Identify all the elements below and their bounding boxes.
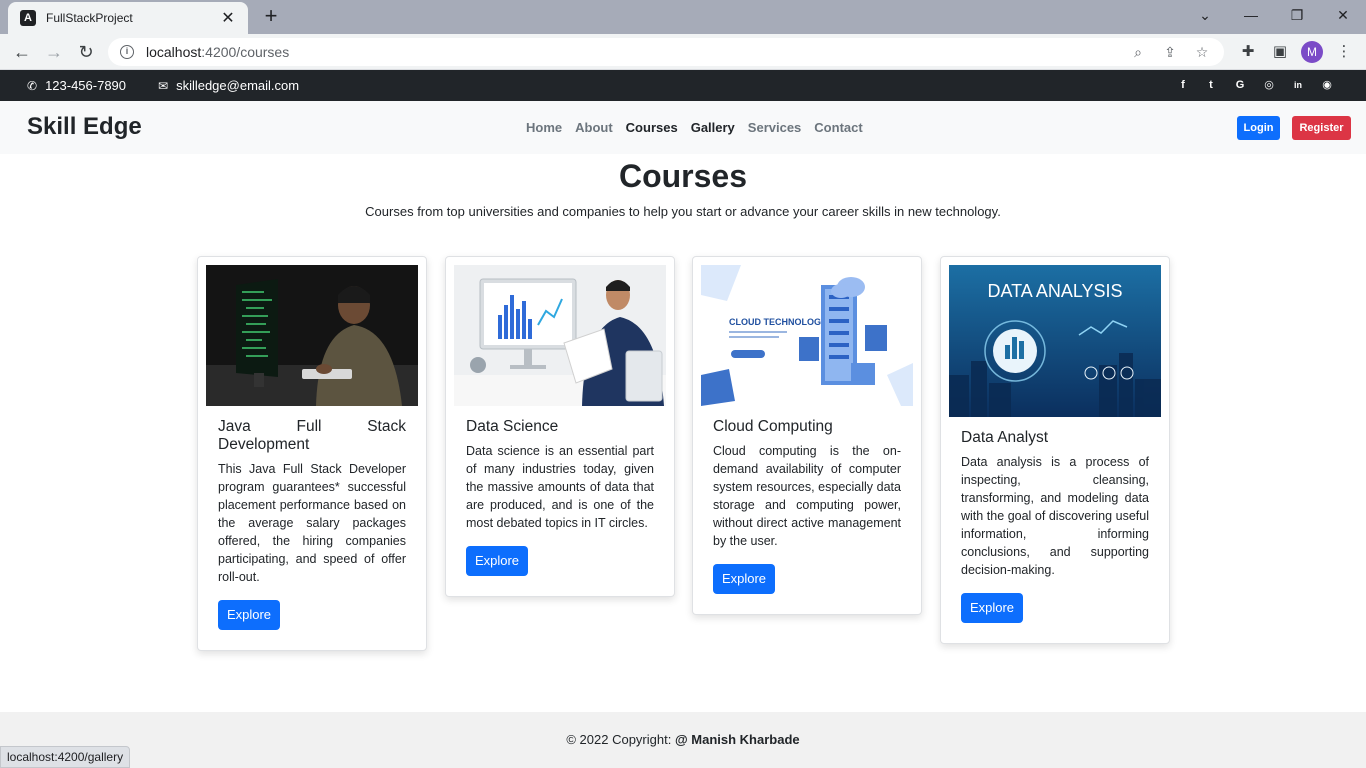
email-contact: ✉ skilledge@email.com: [158, 78, 300, 93]
page-footer: © 2022 Copyright: @ Manish Kharbade: [0, 712, 1366, 768]
angular-favicon-icon: A: [20, 10, 36, 26]
data-analyst-course-image: DATA ANALYSIS: [949, 265, 1161, 417]
explore-button-data-analyst[interactable]: Explore: [961, 593, 1023, 623]
card-body: Data Analyst Data analysis is a process …: [949, 417, 1161, 635]
course-description: Data science is an essential part of man…: [466, 444, 654, 530]
profile-avatar[interactable]: M: [1301, 41, 1323, 63]
share-icon[interactable]: ⇪: [1160, 44, 1180, 61]
main-navbar: Skill Edge Home About Courses Gallery Se…: [0, 101, 1366, 154]
tab-close-icon[interactable]: ✕: [220, 8, 236, 28]
browser-toolbar: ← → ↻ i localhost:4200/courses ⌕ ⇪ ☆ ✚ ▣…: [0, 34, 1366, 70]
zoom-icon[interactable]: ⌕: [1128, 44, 1148, 61]
address-bar[interactable]: i localhost:4200/courses ⌕ ⇪ ☆: [108, 38, 1224, 66]
page-subtitle: Courses from top universities and compan…: [365, 204, 1001, 219]
envelope-icon: ✉: [158, 78, 169, 93]
extensions-icon[interactable]: ✚: [1238, 42, 1258, 62]
course-card-data-science: Data Science Data science is an essentia…: [445, 256, 675, 597]
nav-link-home[interactable]: Home: [526, 120, 562, 135]
google-icon[interactable]: G: [1233, 78, 1247, 92]
tab-title: FullStackProject: [46, 11, 133, 25]
nav-link-contact[interactable]: Contact: [814, 120, 862, 135]
register-button[interactable]: Register: [1292, 116, 1351, 140]
card-body: Cloud Computing Cloud computing is the o…: [701, 406, 913, 606]
course-card-cloud-computing: CLOUD TECHNOLOGY Cloud Computing Cloud c…: [692, 256, 922, 615]
course-description: Data analysis is a process of inspecting…: [961, 455, 1149, 577]
tab-search-icon[interactable]: ⌄: [1182, 4, 1228, 28]
top-info-bar: ✆ 123-456-7890 ✉ skilledge@email.com f t…: [0, 70, 1366, 101]
copyright-text: © 2022 Copyright: @ Manish Kharbade: [566, 732, 800, 747]
author-name: @ Manish Kharbade: [674, 732, 800, 747]
course-description: This Java Full Stack Developer program g…: [218, 462, 406, 584]
course-title: Java Full Stack Development: [218, 418, 406, 453]
data-science-course-image: [454, 265, 666, 406]
course-card-java: Java Full Stack Development This Java Fu…: [197, 256, 427, 651]
reload-icon[interactable]: ↻: [74, 40, 98, 64]
course-title: Data Analyst: [961, 429, 1049, 446]
card-body: Data Science Data science is an essentia…: [454, 406, 666, 588]
nav-link-about[interactable]: About: [575, 120, 613, 135]
card-body: Java Full Stack Development This Java Fu…: [206, 406, 418, 642]
nav-link-courses[interactable]: Courses: [626, 120, 678, 135]
side-panel-icon[interactable]: ▣: [1270, 42, 1290, 62]
instagram-icon[interactable]: ◎: [1262, 78, 1276, 92]
restore-icon[interactable]: ❐: [1274, 4, 1320, 28]
nav-link-gallery[interactable]: Gallery: [691, 120, 735, 135]
course-title: Cloud Computing: [713, 418, 833, 435]
course-card-data-analyst: DATA ANALYSIS Data Analyst Data analysis…: [940, 256, 1170, 644]
back-icon[interactable]: ←: [10, 40, 34, 64]
login-button[interactable]: Login: [1237, 116, 1280, 140]
course-description: Cloud computing is the on-demand availab…: [713, 444, 901, 548]
url-text[interactable]: localhost:4200/courses: [146, 44, 1116, 60]
brand-logo[interactable]: Skill Edge: [27, 113, 142, 141]
nav-link-services[interactable]: Services: [748, 120, 802, 135]
minimize-icon[interactable]: —: [1228, 4, 1274, 28]
phone-icon: ✆: [27, 78, 38, 93]
page-title: Courses: [618, 158, 748, 194]
browser-tabbar: A FullStackProject ✕ + ⌄ — ❐ ✕: [0, 0, 1366, 34]
nav-links: Home About Courses Gallery Services Cont…: [526, 120, 876, 135]
linkedin-icon[interactable]: in: [1291, 78, 1305, 92]
browser-menu-icon[interactable]: ⋮: [1334, 42, 1354, 62]
phone-contact: ✆ 123-456-7890: [27, 78, 127, 93]
explore-button-cloud-computing[interactable]: Explore: [713, 564, 775, 594]
github-icon[interactable]: ◉: [1320, 78, 1334, 92]
bookmark-star-icon[interactable]: ☆: [1192, 44, 1212, 61]
explore-button-java[interactable]: Explore: [218, 600, 280, 630]
cloud-image-caption: CLOUD TECHNOLOGY: [729, 317, 827, 327]
java-course-image: [206, 265, 418, 406]
site-info-icon[interactable]: i: [120, 45, 134, 59]
cloud-computing-course-image: CLOUD TECHNOLOGY: [701, 265, 913, 406]
twitter-icon[interactable]: t: [1204, 78, 1218, 92]
facebook-icon[interactable]: f: [1176, 78, 1190, 92]
browser-tab[interactable]: A FullStackProject ✕: [8, 2, 248, 34]
forward-icon[interactable]: →: [42, 40, 66, 64]
analysis-image-caption: DATA ANALYSIS: [987, 281, 1122, 301]
close-window-icon[interactable]: ✕: [1320, 4, 1366, 28]
new-tab-icon[interactable]: +: [258, 4, 284, 30]
explore-button-data-science[interactable]: Explore: [466, 546, 528, 576]
browser-status-url: localhost:4200/gallery: [0, 746, 131, 768]
course-title: Data Science: [466, 418, 559, 435]
